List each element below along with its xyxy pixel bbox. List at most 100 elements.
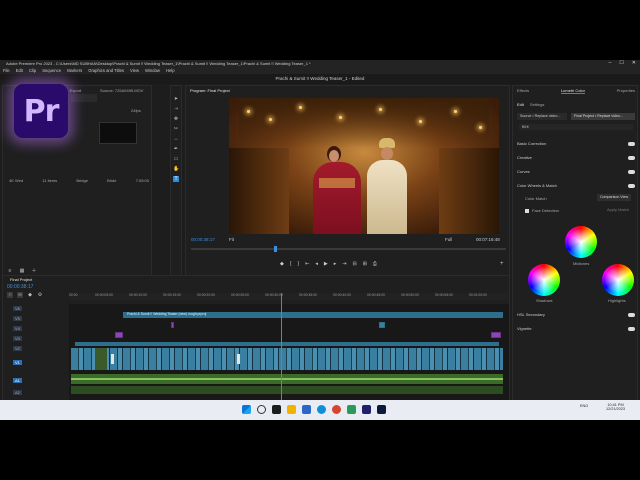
menu-view[interactable]: View bbox=[130, 67, 139, 74]
a2-audio-clip[interactable] bbox=[71, 386, 503, 394]
project-search[interactable] bbox=[71, 94, 97, 102]
clip-purple[interactable] bbox=[171, 322, 174, 328]
snap-icon[interactable]: ∩ bbox=[7, 292, 13, 298]
tab-effects[interactable]: Effects bbox=[517, 88, 529, 94]
menu-help[interactable]: Help bbox=[166, 67, 175, 74]
tab-settings[interactable]: Settings bbox=[530, 102, 544, 107]
maximize-icon[interactable]: ☐ bbox=[619, 60, 623, 67]
chrome-icon[interactable] bbox=[332, 405, 341, 414]
list-item[interactable]: 11 items bbox=[42, 178, 57, 183]
menu-clip[interactable]: Clip bbox=[29, 67, 36, 74]
clip-purple[interactable] bbox=[491, 332, 501, 338]
premiere-taskbar-icon[interactable] bbox=[362, 405, 371, 414]
section-creative[interactable]: Creative bbox=[517, 155, 635, 160]
mark-out-icon[interactable]: } bbox=[298, 261, 300, 267]
taskbar-clock[interactable]: 10:41 PM 12/21/2023 bbox=[606, 403, 625, 411]
section-toggle[interactable] bbox=[628, 326, 635, 331]
list-view-icon[interactable]: ≡ bbox=[7, 268, 13, 274]
midtones-wheel[interactable] bbox=[565, 226, 597, 258]
new-item-icon[interactable]: ＋ bbox=[31, 268, 37, 274]
list-item[interactable]: Bridge bbox=[76, 178, 88, 183]
play-icon[interactable]: ▶ bbox=[324, 261, 328, 267]
program-tab[interactable]: Program: Final Project bbox=[190, 88, 230, 93]
minimize-icon[interactable]: – bbox=[609, 60, 612, 67]
comparison-view-button[interactable]: Comparison View bbox=[597, 194, 631, 201]
v1-clip-white[interactable] bbox=[237, 354, 240, 364]
track-select-icon[interactable]: ⇢ bbox=[173, 106, 179, 112]
add-marker-icon[interactable]: ◆ bbox=[27, 292, 33, 298]
task-view-icon[interactable] bbox=[272, 405, 281, 414]
type-tool-icon[interactable]: T bbox=[173, 176, 179, 182]
section-toggle[interactable] bbox=[628, 141, 635, 146]
monitor-scrubber[interactable] bbox=[191, 246, 506, 252]
insert-icon[interactable]: ⊟ bbox=[353, 261, 357, 267]
timeline-playhead[interactable] bbox=[281, 293, 282, 402]
clip-thumbnail[interactable] bbox=[99, 122, 137, 144]
step-back-icon[interactable]: ◂ bbox=[315, 261, 318, 267]
source-tab[interactable]: Source: 725A9495.MOV bbox=[100, 88, 143, 93]
overwrite-icon[interactable]: ⊞ bbox=[363, 261, 367, 267]
menu-file[interactable]: File bbox=[3, 67, 10, 74]
timeline-timecode[interactable]: 00:00:38:17 bbox=[7, 284, 33, 290]
program-timecode[interactable]: 00:00:38:17 bbox=[191, 237, 215, 242]
app-icon[interactable] bbox=[347, 405, 356, 414]
rectangle-tool-icon[interactable]: ▭ bbox=[173, 156, 179, 162]
selection-tool-icon[interactable]: ➤ bbox=[173, 96, 179, 102]
track-a2[interactable]: A2 bbox=[13, 390, 22, 395]
timeline-tab[interactable]: Final Project bbox=[10, 277, 32, 282]
section-toggle[interactable] bbox=[628, 169, 635, 174]
menu-edit[interactable]: Edit bbox=[16, 67, 23, 74]
section-basic-correction[interactable]: Basic Correction bbox=[517, 141, 635, 146]
track-a1[interactable]: A1 bbox=[13, 378, 22, 383]
hand-tool-icon[interactable]: ✋ bbox=[173, 166, 179, 172]
close-icon[interactable]: ✕ bbox=[632, 60, 636, 67]
menu-sequence[interactable]: Sequence bbox=[42, 67, 61, 74]
add-marker-icon[interactable]: ◆ bbox=[280, 261, 284, 267]
list-item[interactable]: Bride bbox=[107, 178, 116, 183]
mark-in-icon[interactable]: { bbox=[290, 261, 292, 267]
section-toggle[interactable] bbox=[628, 312, 635, 317]
menu-graphics[interactable]: Graphics and Titles bbox=[88, 67, 124, 74]
clip-small[interactable] bbox=[379, 322, 385, 328]
track-v2[interactable]: V2 bbox=[13, 346, 22, 351]
ripple-edit-icon[interactable]: ✥ bbox=[173, 116, 179, 122]
button-editor-icon[interactable]: + bbox=[500, 261, 504, 267]
section-color-wheels[interactable]: Color Wheels & Match bbox=[517, 183, 635, 188]
start-icon[interactable] bbox=[242, 405, 251, 414]
a1-audio-clip[interactable] bbox=[71, 374, 503, 384]
photoshop-taskbar-icon[interactable] bbox=[377, 405, 386, 414]
search-icon[interactable] bbox=[257, 405, 266, 414]
export-frame-icon[interactable]: ⎙ bbox=[373, 261, 377, 267]
section-hsl-secondary[interactable]: HSL Secondary bbox=[517, 312, 635, 317]
quality-select[interactable]: Full bbox=[445, 237, 452, 242]
step-forward-icon[interactable]: ▸ bbox=[334, 261, 337, 267]
apply-match-button[interactable]: Apply Match bbox=[607, 207, 629, 212]
edge-icon[interactable] bbox=[317, 405, 326, 414]
track-v5[interactable]: V5 bbox=[13, 316, 22, 321]
clip-purple[interactable] bbox=[115, 332, 123, 338]
track-v4[interactable]: V4 bbox=[13, 326, 22, 331]
list-item[interactable]: 7:05:00 bbox=[136, 178, 149, 183]
track-v1[interactable]: V1 bbox=[13, 360, 22, 365]
v2-clip-strip[interactable] bbox=[75, 342, 499, 346]
target-clip-select[interactable]: Final Project • Replace video... bbox=[571, 113, 635, 120]
go-to-out-icon[interactable]: ⇥ bbox=[342, 261, 346, 267]
slip-tool-icon[interactable]: ↔ bbox=[173, 136, 179, 142]
section-toggle[interactable] bbox=[628, 155, 635, 160]
taskbar-lang[interactable]: ENG bbox=[580, 404, 588, 408]
tab-properties[interactable]: Properties bbox=[617, 88, 635, 94]
v1-clips[interactable] bbox=[71, 348, 503, 370]
icon-view-icon[interactable]: ▦ bbox=[19, 268, 25, 274]
playhead-marker[interactable] bbox=[274, 246, 277, 252]
time-ruler[interactable]: 00:00 00:00:05:00 00:00:10:00 00:00:15:0… bbox=[69, 293, 509, 300]
shadows-wheel[interactable] bbox=[528, 264, 560, 296]
menu-markers[interactable]: Markers bbox=[67, 67, 82, 74]
face-detection-checkbox[interactable] bbox=[525, 208, 529, 213]
zoom-select[interactable]: Fit bbox=[229, 237, 234, 242]
go-to-in-icon[interactable]: ⇤ bbox=[305, 261, 309, 267]
track-v3[interactable]: V3 bbox=[13, 336, 22, 341]
wrench-icon[interactable]: ⚙ bbox=[37, 292, 43, 298]
effect-preset-select[interactable]: fill it bbox=[519, 124, 633, 130]
v1-clip-white[interactable] bbox=[111, 354, 114, 364]
title-clip[interactable]: Prachi & Sumit !! Wedding Teaser (new) r… bbox=[123, 312, 503, 318]
